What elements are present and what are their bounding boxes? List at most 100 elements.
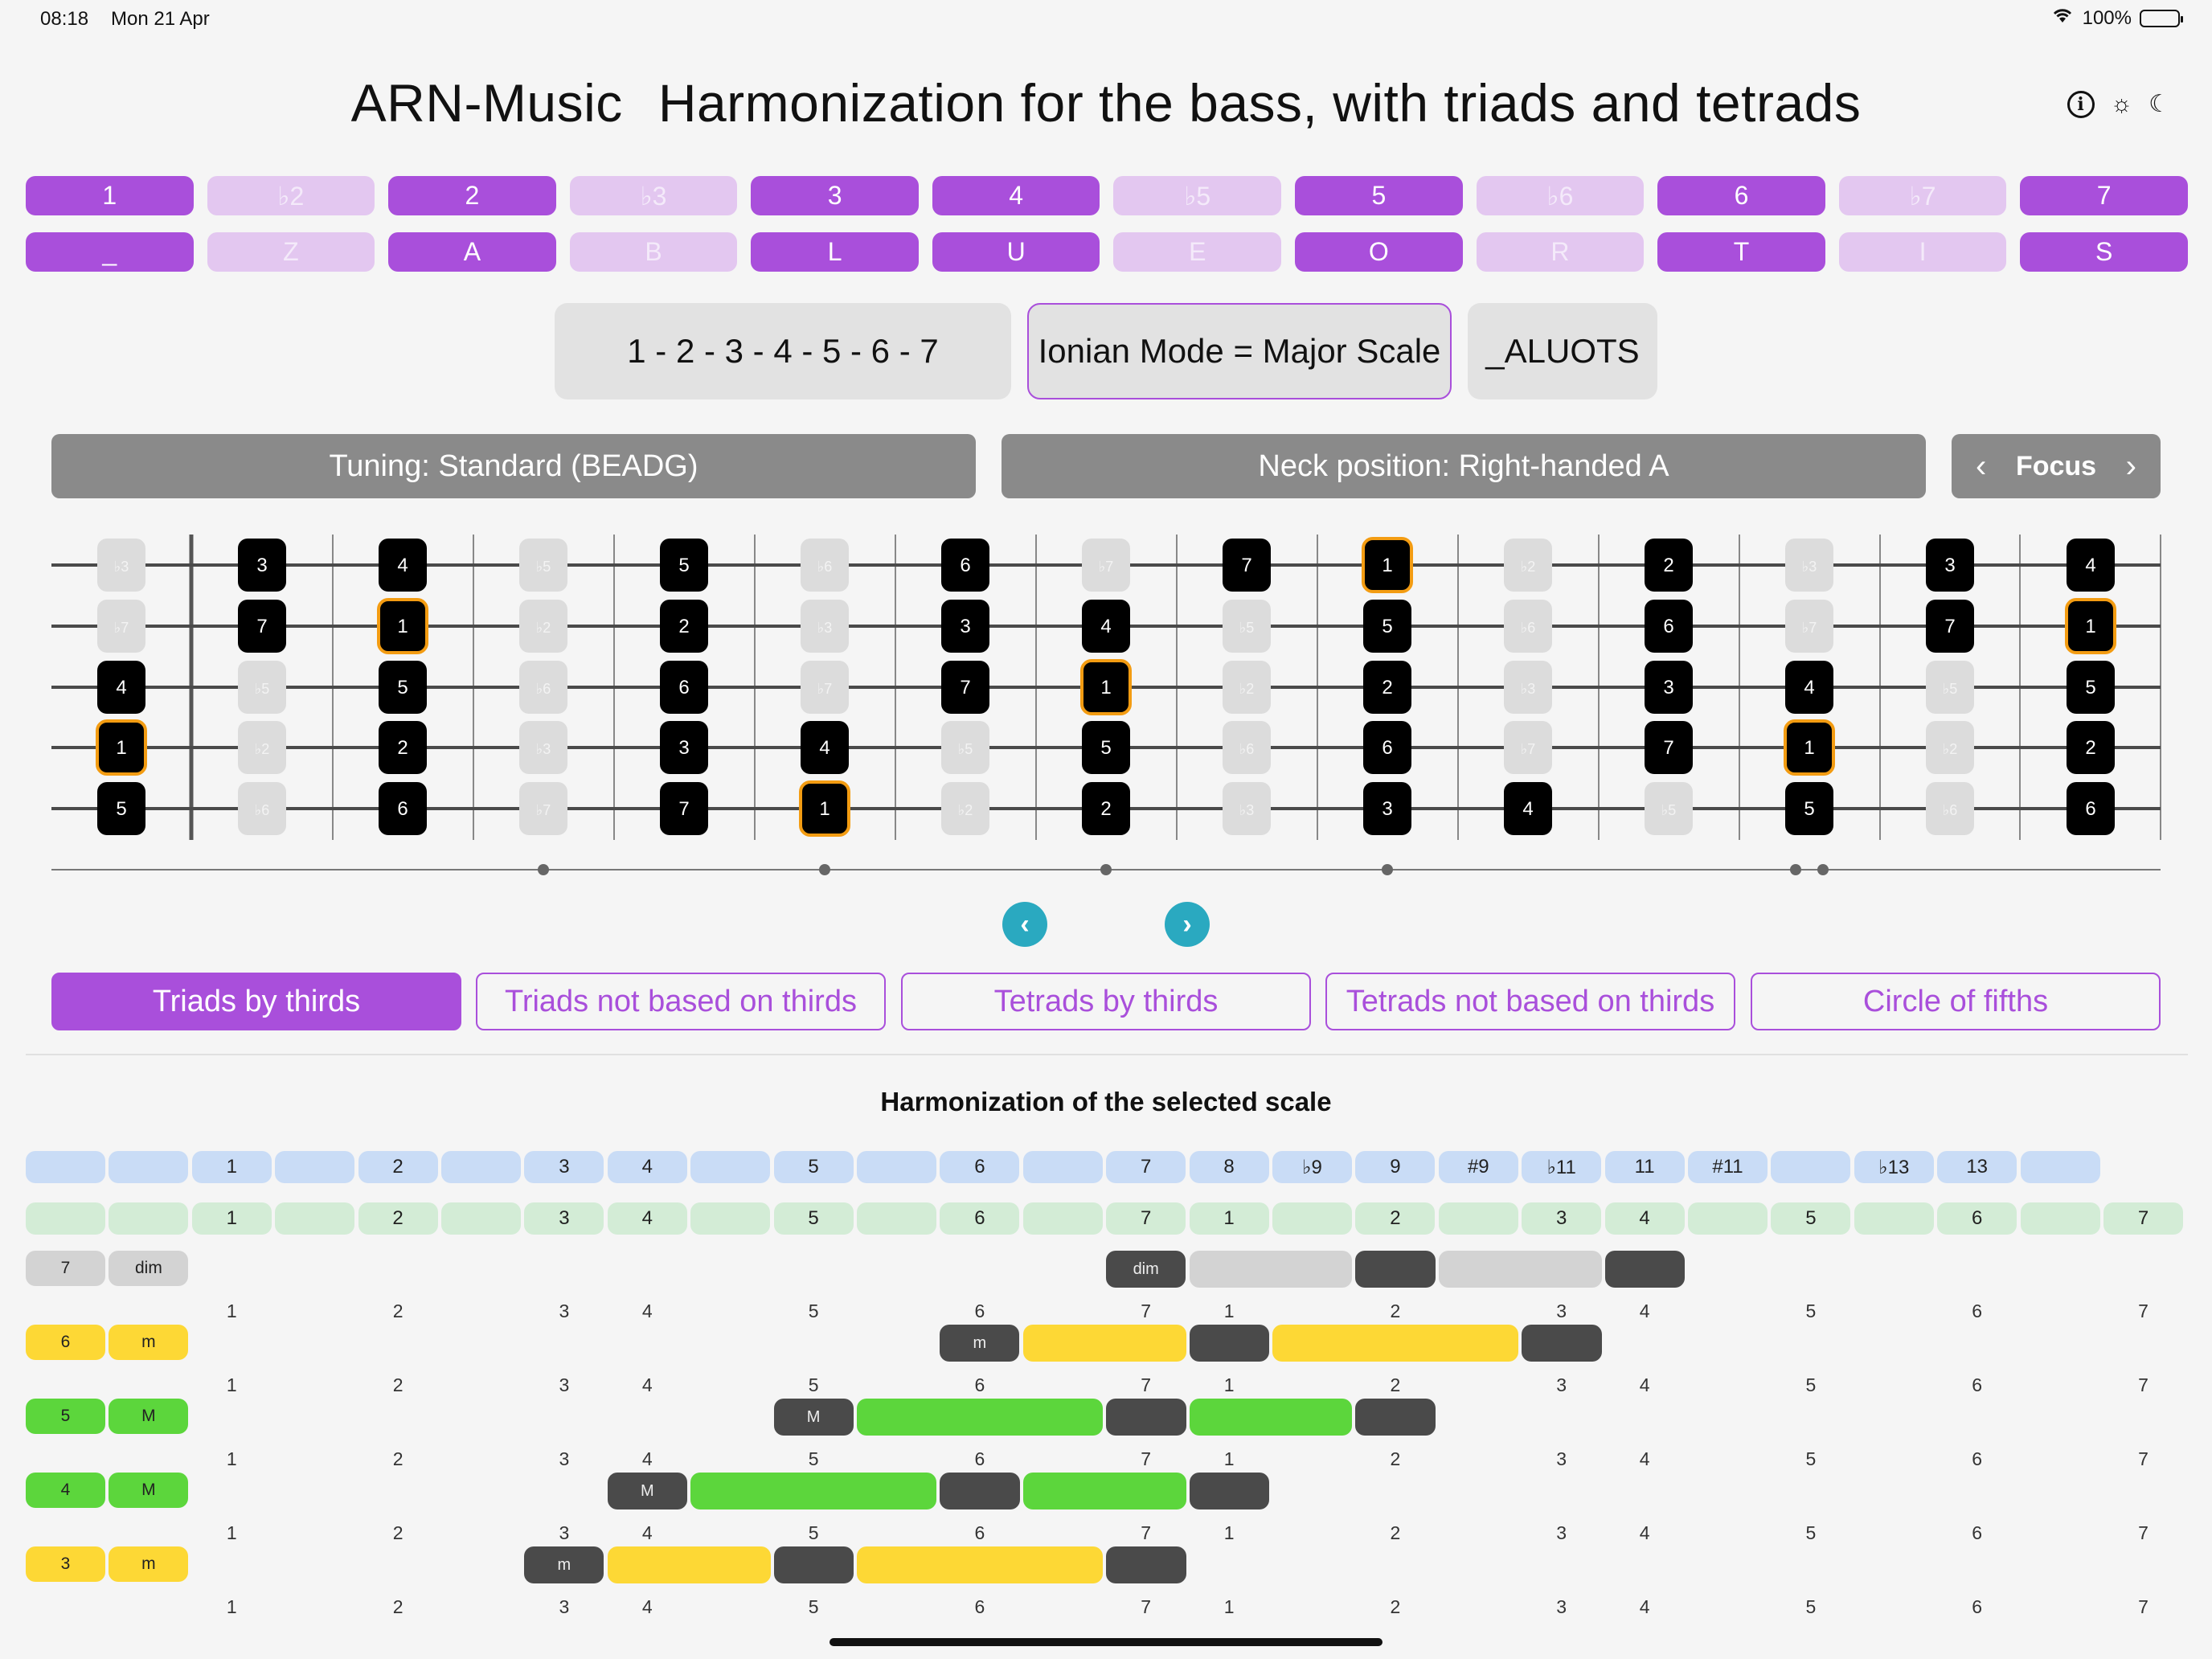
degree-header-cell: 4 bbox=[1604, 1202, 1685, 1235]
degree-header-cell bbox=[1272, 1202, 1352, 1235]
scale-degree-number: 2 bbox=[392, 1522, 403, 1543]
scale-degree-number: 3 bbox=[559, 1596, 570, 1617]
degree-header-cell: 2 bbox=[358, 1202, 438, 1235]
interval-header-cell bbox=[1771, 1151, 1851, 1183]
interval-header-cell: 5 bbox=[773, 1151, 854, 1183]
degree-header-cell bbox=[690, 1202, 771, 1235]
chord-span-bar bbox=[1189, 1399, 1353, 1436]
degree-header-cell: 5 bbox=[773, 1202, 854, 1235]
chord-span-bar bbox=[607, 1546, 771, 1583]
scale-degree-number: 4 bbox=[641, 1374, 653, 1395]
degree-header-cell: 7 bbox=[1106, 1202, 1186, 1235]
scale-degree-number: 2 bbox=[1390, 1596, 1401, 1617]
scale-degree-number: 7 bbox=[2138, 1522, 2149, 1543]
interval-header-cell bbox=[275, 1151, 355, 1183]
interval-header-cell bbox=[26, 1151, 105, 1183]
scale-degree-number: 7 bbox=[1141, 1596, 1152, 1617]
degree-header-cell bbox=[1688, 1202, 1768, 1235]
scale-degree-number: 3 bbox=[559, 1448, 570, 1469]
scale-degree-number: 2 bbox=[392, 1448, 403, 1469]
scale-degree-number: 4 bbox=[641, 1522, 653, 1543]
chord-span-bar bbox=[1189, 1251, 1353, 1288]
scale-degree-number: 6 bbox=[1972, 1374, 1983, 1395]
chord-span-bar bbox=[1022, 1473, 1186, 1509]
scale-degree-number: 3 bbox=[559, 1522, 570, 1543]
chord-degree-badge: 6 bbox=[26, 1325, 105, 1360]
scale-degree-number: 2 bbox=[392, 1374, 403, 1395]
scale-degree-number: 2 bbox=[1390, 1374, 1401, 1395]
interval-header-cell: ♭9 bbox=[1272, 1151, 1352, 1183]
interval-header-cell: ♭11 bbox=[1522, 1151, 1602, 1183]
degree-header-cell: 3 bbox=[524, 1202, 604, 1235]
interval-header-cell bbox=[2020, 1151, 2100, 1183]
degree-header-cell bbox=[2020, 1202, 2100, 1235]
scale-degree-number: 2 bbox=[1390, 1448, 1401, 1469]
degree-header-cell bbox=[1854, 1202, 1934, 1235]
degree-header-cell: 6 bbox=[1937, 1202, 2017, 1235]
scale-degree-number: 1 bbox=[226, 1374, 237, 1395]
scale-degree-number: 5 bbox=[808, 1301, 819, 1321]
home-indicator bbox=[830, 1638, 1382, 1646]
chord-span-bar bbox=[857, 1546, 1104, 1583]
scale-degree-number: 5 bbox=[1805, 1301, 1817, 1321]
chord-degree-badge: 5 bbox=[26, 1399, 105, 1434]
scale-degree-number: 6 bbox=[974, 1596, 985, 1617]
chord-degree-badge: 7 bbox=[26, 1251, 105, 1286]
chord-marker: dim bbox=[1106, 1251, 1186, 1288]
chord-degree-badge: 3 bbox=[26, 1546, 105, 1582]
scale-degree-number: 5 bbox=[808, 1374, 819, 1395]
chord-tone-block bbox=[1106, 1546, 1186, 1583]
scale-degree-number: 7 bbox=[2138, 1301, 2149, 1321]
chord-tone-block bbox=[1106, 1399, 1186, 1436]
degree-header-cell: 6 bbox=[940, 1202, 1020, 1235]
scale-degree-number: 2 bbox=[392, 1301, 403, 1321]
chord-quality-badge: dim bbox=[109, 1251, 189, 1286]
degree-header-cell bbox=[1022, 1202, 1103, 1235]
scale-degree-number: 7 bbox=[2138, 1448, 2149, 1469]
scale-degree-number: 2 bbox=[1390, 1522, 1401, 1543]
interval-header-cell: 7 bbox=[1106, 1151, 1186, 1183]
degree-header-cell: 1 bbox=[191, 1202, 272, 1235]
scale-degree-number: 4 bbox=[1639, 1374, 1650, 1395]
scale-degree-number: 1 bbox=[226, 1596, 237, 1617]
scale-degree-number: 3 bbox=[559, 1374, 570, 1395]
interval-header-cell: 2 bbox=[358, 1151, 438, 1183]
chord-tone-block bbox=[1604, 1251, 1685, 1288]
chord-quality-badge: M bbox=[109, 1473, 189, 1508]
scale-degree-number: 4 bbox=[641, 1448, 653, 1469]
interval-header-cell bbox=[441, 1151, 521, 1183]
scale-degree-number: 4 bbox=[1639, 1448, 1650, 1469]
scale-degree-number: 4 bbox=[1639, 1522, 1650, 1543]
interval-header-cell: 1 bbox=[191, 1151, 272, 1183]
scale-degree-number: 6 bbox=[974, 1448, 985, 1469]
scale-degree-number: 5 bbox=[808, 1522, 819, 1543]
interval-header-cell: 4 bbox=[607, 1151, 687, 1183]
chord-span-bar bbox=[1272, 1325, 1519, 1362]
scale-degree-number: 3 bbox=[1556, 1374, 1567, 1395]
scale-degree-number: 3 bbox=[1556, 1448, 1567, 1469]
chord-tone-block bbox=[1189, 1473, 1269, 1509]
chord-span-bar bbox=[1438, 1251, 1602, 1288]
scale-degree-number: 6 bbox=[974, 1301, 985, 1321]
scale-degree-number: 6 bbox=[974, 1522, 985, 1543]
interval-header-cell bbox=[857, 1151, 936, 1183]
scale-degree-number: 7 bbox=[1141, 1374, 1152, 1395]
chord-span-bar bbox=[690, 1473, 937, 1509]
chord-tone-block bbox=[773, 1546, 854, 1583]
interval-header-cell: 8 bbox=[1189, 1151, 1269, 1183]
scale-degree-number: 7 bbox=[1141, 1301, 1152, 1321]
scale-degree-number: 7 bbox=[2138, 1596, 2149, 1617]
chord-marker: M bbox=[773, 1399, 854, 1436]
chord-marker: M bbox=[607, 1473, 687, 1509]
scale-degree-number: 1 bbox=[1223, 1448, 1235, 1469]
scale-degree-number: 1 bbox=[226, 1522, 237, 1543]
degree-header-cell bbox=[109, 1202, 189, 1235]
scale-degree-number: 3 bbox=[1556, 1301, 1567, 1321]
chord-quality-badge: m bbox=[109, 1325, 189, 1360]
chord-tone-block bbox=[1355, 1251, 1436, 1288]
scale-degree-number: 5 bbox=[808, 1596, 819, 1617]
scale-degree-number: 5 bbox=[1805, 1522, 1817, 1543]
harmonization-grid: 1 2 3 4 5 6 7 8 ♭9 9 #9 ♭11 11 #11 ♭13 13 1 2 3 4 5 6 7 1 2 3 4 5 6 7… bbox=[0, 0, 2212, 1659]
interval-header-cell: ♭13 bbox=[1854, 1151, 1934, 1183]
scale-degree-number: 6 bbox=[974, 1374, 985, 1395]
